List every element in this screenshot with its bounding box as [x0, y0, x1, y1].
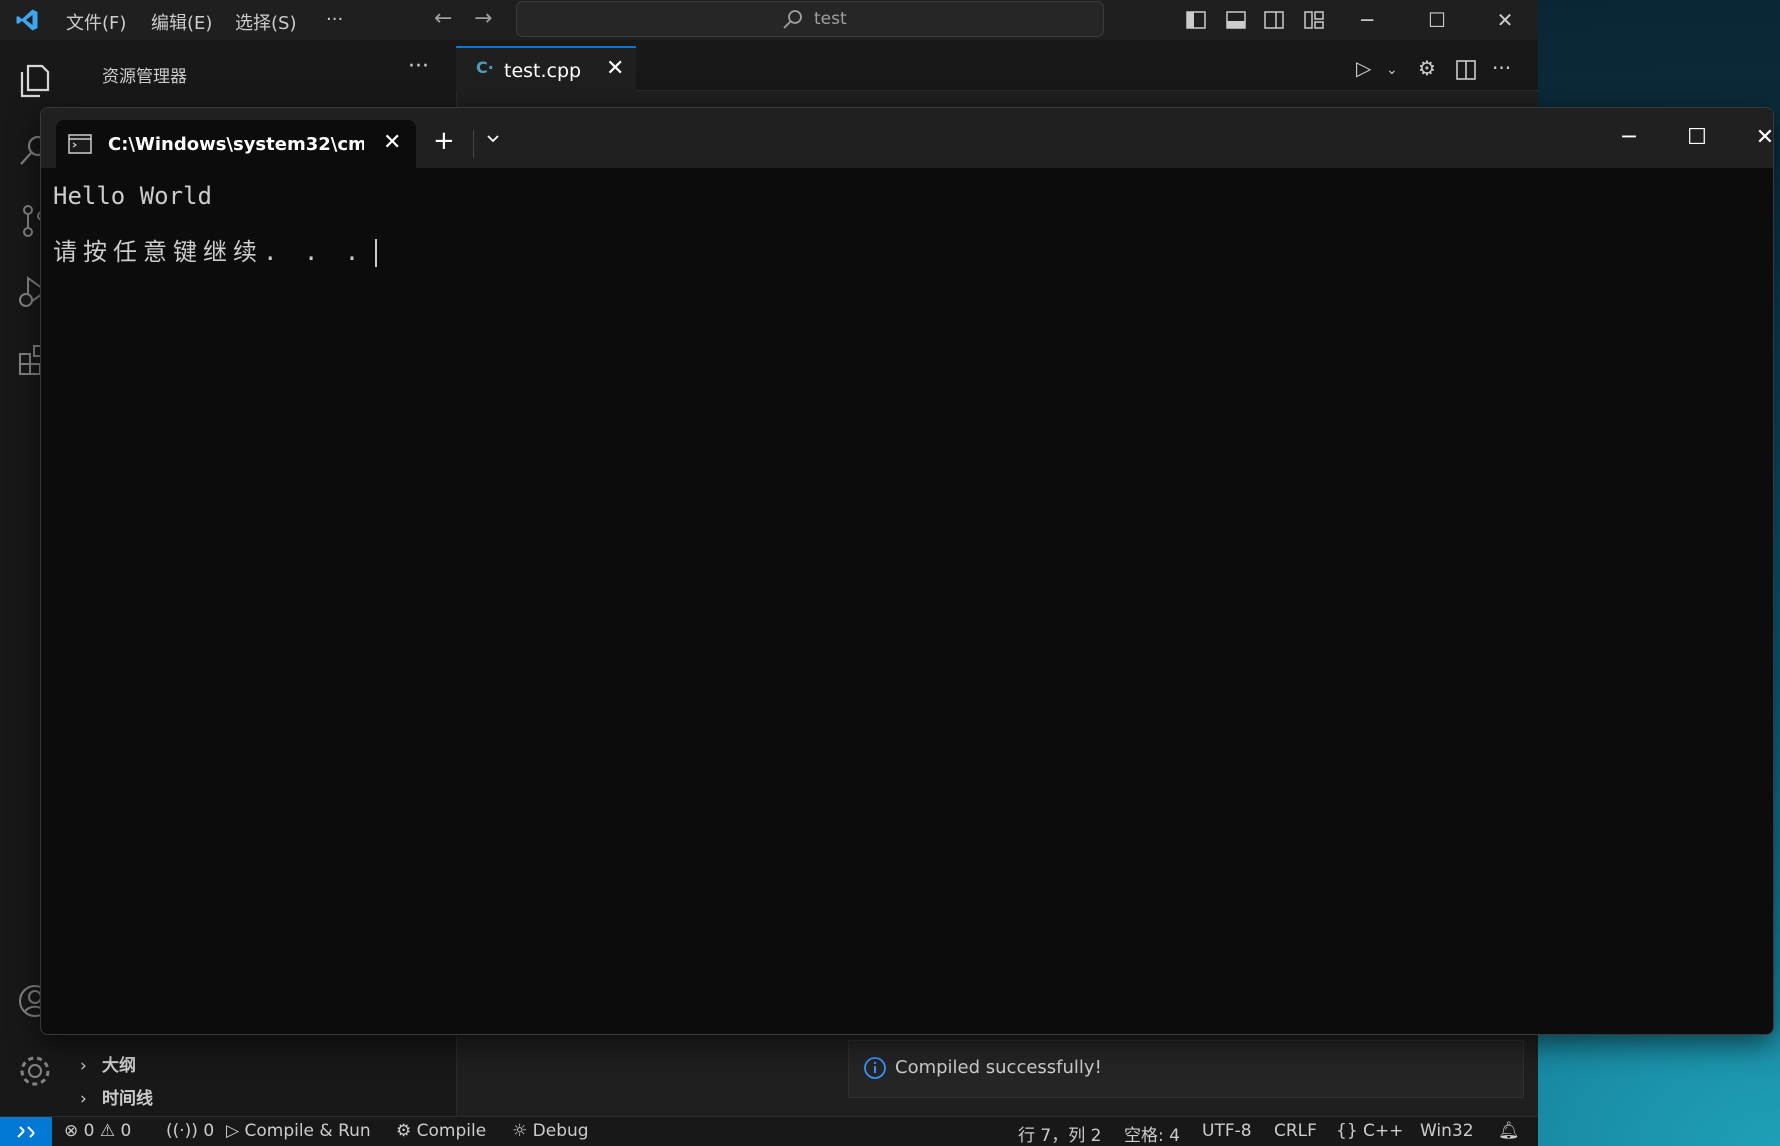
remote-indicator[interactable] [0, 1117, 52, 1146]
ports-count: 0 [203, 1121, 215, 1141]
explorer-icon[interactable] [16, 62, 54, 100]
chevron-down-icon[interactable]: ⌄ [1386, 62, 1398, 78]
problems-indicator[interactable]: ⊗ 0 ⚠ 0 [64, 1121, 131, 1141]
vscode-logo-icon [16, 9, 38, 31]
output-line-prompt: 请按任意键继续. . . [53, 236, 378, 268]
debug-label: Debug [532, 1121, 589, 1141]
terminal-tab[interactable]: C:\Windows\system32\cmd.exe ✕ [56, 120, 416, 168]
terminal-close-button[interactable]: ✕ [1735, 120, 1773, 156]
split-editor-icon[interactable] [1456, 60, 1476, 80]
tab-close-icon[interactable]: ✕ [606, 56, 624, 81]
chevron-down-icon[interactable] [485, 130, 501, 146]
new-tab-plus-icon[interactable]: + [433, 128, 455, 154]
title-bar: 文件(F) 编辑(E) 选择(S) ··· ← → test ─ ☐ ✕ [0, 0, 1538, 40]
terminal-tab-title: C:\Windows\system32\cmd.exe [108, 134, 364, 155]
divider [473, 130, 474, 158]
section-timeline-label: 时间线 [102, 1089, 153, 1109]
terminal-window: C:\Windows\system32\cmd.exe ✕ + ─ ☐ ✕ He… [40, 107, 1774, 1035]
notification-toast: Compiled successfully! [848, 1040, 1524, 1098]
command-center-text: test [814, 9, 847, 29]
language-label: C++ [1363, 1121, 1404, 1141]
toggle-panel-icon[interactable] [1226, 10, 1246, 30]
error-count: 0 [83, 1121, 95, 1141]
indentation[interactable]: 空格: 4 [1124, 1121, 1180, 1146]
compile-run-label: Compile & Run [244, 1121, 371, 1141]
customize-layout-icon[interactable] [1304, 10, 1324, 30]
warning-count: 0 [120, 1121, 132, 1141]
editor-more-button[interactable]: ··· [1492, 56, 1511, 80]
prompt-text: 请按任意键继续. . . [53, 238, 366, 266]
encoding[interactable]: UTF-8 [1202, 1121, 1252, 1141]
sidebar-title: 资源管理器 [102, 67, 187, 87]
platform[interactable]: Win32 [1420, 1121, 1474, 1141]
settings-gear-icon[interactable] [16, 1052, 54, 1090]
tab-label: test.cpp [504, 60, 582, 82]
menu-select[interactable]: 选择(S) [235, 9, 296, 35]
ports-indicator[interactable]: ((·)) 0 [166, 1121, 214, 1141]
compile-label: Compile [416, 1121, 487, 1141]
run-code-icon[interactable]: ▷ [1356, 56, 1371, 80]
editor-tab-bar: C· test.cpp ✕ ▷ ⌄ ⚙ ··· [456, 40, 1538, 93]
toggle-primary-sidebar-icon[interactable] [1186, 10, 1206, 30]
toggle-secondary-sidebar-icon[interactable] [1264, 10, 1284, 30]
tab-test-cpp[interactable]: C· test.cpp ✕ [456, 46, 636, 93]
warning-icon: ⚠ [99, 1121, 116, 1141]
cursor-position[interactable]: 行 7，列 2 [1018, 1121, 1101, 1146]
notifications-bell-icon[interactable]: 🔔︎ [1498, 1121, 1520, 1141]
menu-more[interactable]: ··· [326, 9, 343, 30]
notification-message: Compiled successfully! [895, 1057, 1102, 1078]
debug-button[interactable]: ☼ Debug [512, 1121, 589, 1141]
forward-arrow-icon[interactable]: → [474, 6, 492, 31]
terminal-minimize-button[interactable]: ─ [1599, 120, 1659, 156]
remote-icon [17, 1126, 35, 1138]
info-icon [864, 1057, 886, 1079]
close-button[interactable]: ✕ [1480, 4, 1530, 36]
menu-edit[interactable]: 编辑(E) [151, 9, 212, 35]
search-icon [783, 10, 802, 29]
chevron-right-icon: › [80, 1089, 87, 1109]
play-icon: ▷ [226, 1121, 240, 1141]
compile-run-button[interactable]: ▷ Compile & Run [226, 1121, 371, 1141]
error-icon: ⊗ [64, 1121, 79, 1141]
sidebar-section-outline[interactable]: › 大纲 [80, 1051, 136, 1076]
command-center-search[interactable]: test [516, 1, 1104, 37]
menu-file[interactable]: 文件(F) [66, 9, 126, 35]
minimize-button[interactable]: ─ [1342, 4, 1392, 36]
sidebar-more-button[interactable]: ··· [408, 54, 429, 79]
text-cursor [375, 239, 378, 267]
terminal-maximize-button[interactable]: ☐ [1667, 120, 1727, 156]
terminal-output[interactable]: Hello World 请按任意键继续. . . [53, 180, 378, 268]
maximize-button[interactable]: ☐ [1412, 4, 1462, 36]
cpp-file-icon: C· [476, 58, 494, 77]
section-outline-label: 大纲 [102, 1056, 136, 1076]
terminal-tab-close-icon[interactable]: ✕ [383, 130, 401, 155]
compile-button[interactable]: ⚙ Compile [396, 1121, 486, 1141]
terminal-title-bar: C:\Windows\system32\cmd.exe ✕ + ─ ☐ ✕ [41, 108, 1773, 168]
sidebar-section-timeline[interactable]: › 时间线 [80, 1084, 153, 1109]
back-arrow-icon[interactable]: ← [434, 6, 452, 31]
language-mode[interactable]: {} C++ [1336, 1121, 1403, 1141]
cmd-icon [68, 134, 92, 154]
settings-gear-icon[interactable]: ⚙ [1418, 56, 1436, 80]
braces-icon: {} [1336, 1121, 1358, 1141]
chevron-right-icon: › [80, 1056, 87, 1076]
gear-icon: ⚙ [396, 1121, 412, 1141]
broadcast-icon: ((·)) [166, 1121, 198, 1141]
line-ending[interactable]: CRLF [1274, 1121, 1317, 1141]
bug-icon: ☼ [512, 1121, 528, 1141]
status-bar: ⊗ 0 ⚠ 0 ((·)) 0 ▷ Compile & Run ⚙ Compil… [0, 1116, 1538, 1146]
output-line-hello: Hello World [53, 182, 212, 210]
